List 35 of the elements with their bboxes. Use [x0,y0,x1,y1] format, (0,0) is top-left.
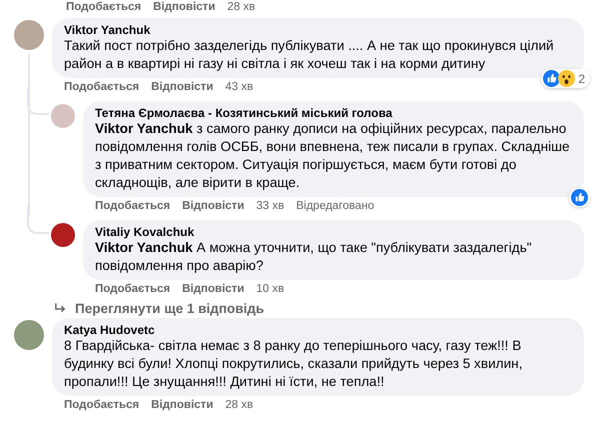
avatar[interactable] [51,223,75,247]
reply-arrow-icon [54,302,67,314]
reaction-summary[interactable]: 2 [541,69,590,88]
reply-link[interactable]: Відповісти [151,81,214,96]
comment-text: 8 Гвардійська- світла немає з 8 ранку до теперішнього часу, газу теж!!! В будинку всі були! Хлопці покрутились, сказали прийдуть через 5 хвилин, пропали!!! Це знущання!!! Дитині ні їсти, не тепла!! [64,337,524,391]
timestamp[interactable]: 33 хв [256,200,284,215]
thread-connector [27,87,49,115]
reply-link[interactable]: Відповісти [151,399,214,414]
timestamp[interactable]: 28 хв [225,399,254,414]
thumbs-up-icon [543,70,560,87]
reply-link[interactable]: Відповісти [182,200,244,215]
reply-link[interactable]: Відповісти [182,283,244,298]
author-name[interactable]: Vitaliy Kovalchuk [95,225,572,239]
author-name[interactable]: Тетяна Єрмолаєва - Козятинський міський голова [95,106,572,120]
view-more-replies-link[interactable]: Переглянути ще 1 відповідь [75,301,264,316]
thread-connector [27,206,49,234]
reply-text: Viktor Yanchuk А можна уточнити, що таке "публікувати заздалегідь" повідомлення про аварію? [95,239,533,275]
author-name[interactable]: Katya Hudovetc [64,323,572,337]
reaction-summary[interactable] [569,188,590,207]
timestamp[interactable]: 43 хв [225,81,254,96]
timestamp[interactable]: 28 хв [227,1,256,16]
like-link[interactable]: Подобається [95,200,170,215]
like-link[interactable]: Подобається [64,399,140,414]
surprised-face-icon [558,70,576,87]
like-link[interactable]: Подобається [64,81,140,96]
edited-label[interactable]: Відредаговано [296,200,374,215]
reply-text: Viktor Yanchuk з самого ранку дописи на офіційних ресурсах, паралельно повідомлення голів ОСББ, вони впевнена, теж писали в групах. Складніше з приватним сектором. Ситуація погіршується, маєм бути готові до складнощів, але вірити в краще. [95,120,571,192]
thumbs-up-icon [571,189,588,206]
reply-link[interactable]: Відповісти [153,1,216,16]
like-link[interactable]: Подобається [66,1,142,16]
timestamp[interactable]: 10 хв [256,283,284,298]
author-name[interactable]: Viktor Yanchuk [64,23,572,37]
reaction-count: 2 [578,72,585,86]
like-link[interactable]: Подобається [95,283,170,298]
avatar[interactable] [14,320,44,350]
